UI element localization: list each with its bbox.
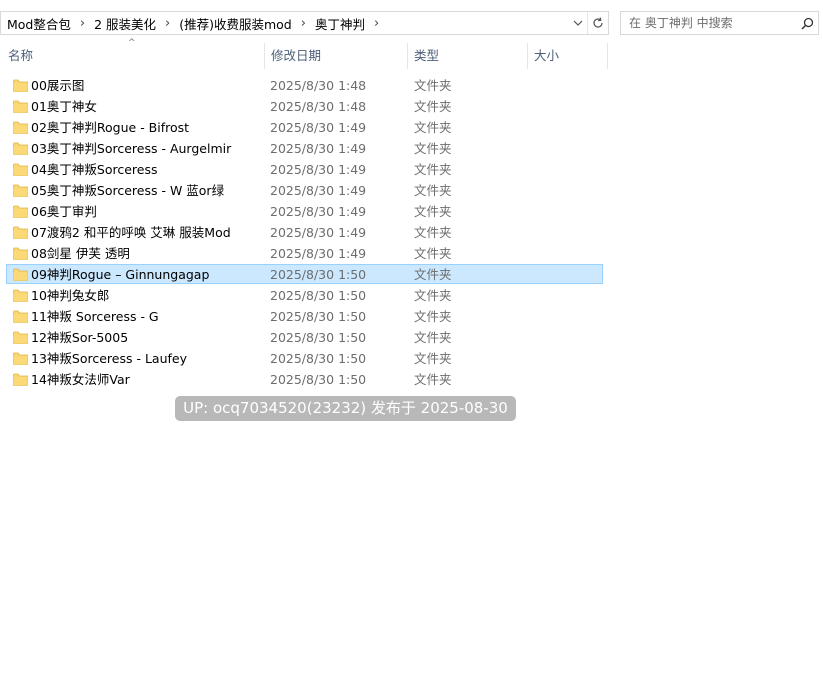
list-item[interactable]: 05奥丁神叛Sorceress - W 蓝or绿 2025/8/30 1:49 … [6,180,603,200]
column-header-date[interactable]: 修改日期 [265,43,407,69]
list-item[interactable]: 02奥丁神判Rogue - Bifrost 2025/8/30 1:49 文件夹 [6,117,603,137]
chevron-right-icon[interactable]: › [73,16,92,31]
folder-icon [13,310,28,323]
list-item[interactable]: 14神叛女法师Var 2025/8/30 1:50 文件夹 [6,369,603,389]
file-date: 2025/8/30 1:49 [270,162,367,177]
chevron-down-icon[interactable] [569,12,587,34]
column-headers: ^ 名称 修改日期 类型 大小 [0,38,608,69]
file-name: 13神叛Sorceress - Laufey [31,351,187,366]
search-box [620,11,819,35]
file-name: 14神叛女法师Var [31,372,130,387]
column-header-size[interactable]: 大小 [528,43,607,69]
file-date: 2025/8/30 1:49 [270,120,367,135]
breadcrumb: Mod整合包 › 2 服装美化 › (推荐)收费服装mod › 奥丁神判 › [1,14,569,33]
column-header-name[interactable]: 名称 [2,43,264,69]
folder-icon [13,142,28,155]
chevron-right-icon[interactable]: › [158,16,177,31]
file-date: 2025/8/30 1:49 [270,246,367,261]
file-name: 04奥丁神叛Sorceress [31,162,158,177]
breadcrumb-item[interactable]: 2 服装美化 [92,14,158,33]
file-date: 2025/8/30 1:48 [270,99,367,114]
list-item[interactable]: 01奥丁神女 2025/8/30 1:48 文件夹 [6,96,603,116]
column-header-type[interactable]: 类型 [408,43,527,69]
file-date: 2025/8/30 1:50 [270,330,367,345]
folder-icon [13,100,28,113]
file-type: 文件夹 [414,204,452,219]
file-type: 文件夹 [414,372,452,387]
watermark-overlay: UP: ocq7034520(23232) 发布于 2025-08-30 [175,396,516,421]
folder-icon [13,163,28,176]
file-type: 文件夹 [414,141,452,156]
file-name: 09神判Rogue – Ginnungagap [31,267,210,282]
folder-icon [13,121,28,134]
folder-icon [13,247,28,260]
file-type: 文件夹 [414,288,452,303]
file-type: 文件夹 [414,120,452,135]
file-type: 文件夹 [414,225,452,240]
list-item[interactable]: 11神叛 Sorceress - G 2025/8/30 1:50 文件夹 [6,306,603,326]
list-item[interactable]: 03奥丁神判Sorceress - Aurgelmir 2025/8/30 1:… [6,138,603,158]
file-date: 2025/8/30 1:50 [270,372,367,387]
file-name: 01奥丁神女 [31,99,97,114]
file-date: 2025/8/30 1:50 [270,351,367,366]
file-type: 文件夹 [414,330,452,345]
list-item[interactable]: 07渡鸦2 和平的呼唤 艾琳 服装Mod 2025/8/30 1:49 文件夹 [6,222,603,242]
file-name: 00展示图 [31,78,85,93]
folder-icon [13,331,28,344]
file-name: 06奥丁审判 [31,204,97,219]
list-item[interactable]: 12神叛Sor-5005 2025/8/30 1:50 文件夹 [6,327,603,347]
file-date: 2025/8/30 1:50 [270,288,367,303]
folder-icon [13,268,28,281]
column-divider[interactable] [607,43,608,69]
list-item[interactable]: 10神判兔女郎 2025/8/30 1:50 文件夹 [6,285,603,305]
folder-icon [13,205,28,218]
file-type: 文件夹 [414,309,452,324]
chevron-right-icon[interactable]: › [367,16,386,31]
folder-icon [13,373,28,386]
file-date: 2025/8/30 1:49 [270,204,367,219]
file-name: 08剑星 伊芙 透明 [31,246,130,261]
file-date: 2025/8/30 1:49 [270,141,367,156]
breadcrumb-item[interactable]: 奥丁神判 [313,14,367,33]
search-input[interactable] [621,12,796,34]
file-date: 2025/8/30 1:49 [270,225,367,240]
folder-icon [13,79,28,92]
list-item[interactable]: 09神判Rogue – Ginnungagap 2025/8/30 1:50 文… [6,264,603,284]
list-item[interactable]: 04奥丁神叛Sorceress 2025/8/30 1:49 文件夹 [6,159,603,179]
file-name: 10神判兔女郎 [31,288,110,303]
file-type: 文件夹 [414,246,452,261]
refresh-icon[interactable] [587,12,608,34]
file-type: 文件夹 [414,351,452,366]
file-explorer-window: Mod整合包 › 2 服装美化 › (推荐)收费服装mod › 奥丁神判 › ^… [0,0,823,681]
list-item[interactable]: 08剑星 伊芙 透明 2025/8/30 1:49 文件夹 [6,243,603,263]
list-item[interactable]: 00展示图 2025/8/30 1:48 文件夹 [6,75,603,95]
file-type: 文件夹 [414,162,452,177]
file-date: 2025/8/30 1:50 [270,267,367,282]
file-name: 02奥丁神判Rogue - Bifrost [31,120,190,135]
file-name: 07渡鸦2 和平的呼唤 艾琳 服装Mod [31,225,231,240]
file-name: 05奥丁神叛Sorceress - W 蓝or绿 [31,183,225,198]
file-date: 2025/8/30 1:49 [270,183,367,198]
file-type: 文件夹 [414,267,452,282]
folder-icon [13,184,28,197]
folder-icon [13,352,28,365]
file-type: 文件夹 [414,99,452,114]
list-item[interactable]: 13神叛Sorceress - Laufey 2025/8/30 1:50 文件… [6,348,603,368]
file-name: 12神叛Sor-5005 [31,330,129,345]
breadcrumb-item[interactable]: Mod整合包 [5,14,73,33]
file-date: 2025/8/30 1:48 [270,78,367,93]
folder-icon [13,289,28,302]
chevron-right-icon[interactable]: › [294,16,313,31]
folder-icon [13,226,28,239]
file-name: 11神叛 Sorceress - G [31,309,159,324]
list-item[interactable]: 06奥丁审判 2025/8/30 1:49 文件夹 [6,201,603,221]
file-name: 03奥丁神判Sorceress - Aurgelmir [31,141,232,156]
file-date: 2025/8/30 1:50 [270,309,367,324]
file-type: 文件夹 [414,183,452,198]
address-bar[interactable]: Mod整合包 › 2 服装美化 › (推荐)收费服装mod › 奥丁神判 › [0,11,609,35]
file-type: 文件夹 [414,78,452,93]
breadcrumb-item[interactable]: (推荐)收费服装mod [177,14,294,33]
search-icon[interactable] [796,17,818,30]
